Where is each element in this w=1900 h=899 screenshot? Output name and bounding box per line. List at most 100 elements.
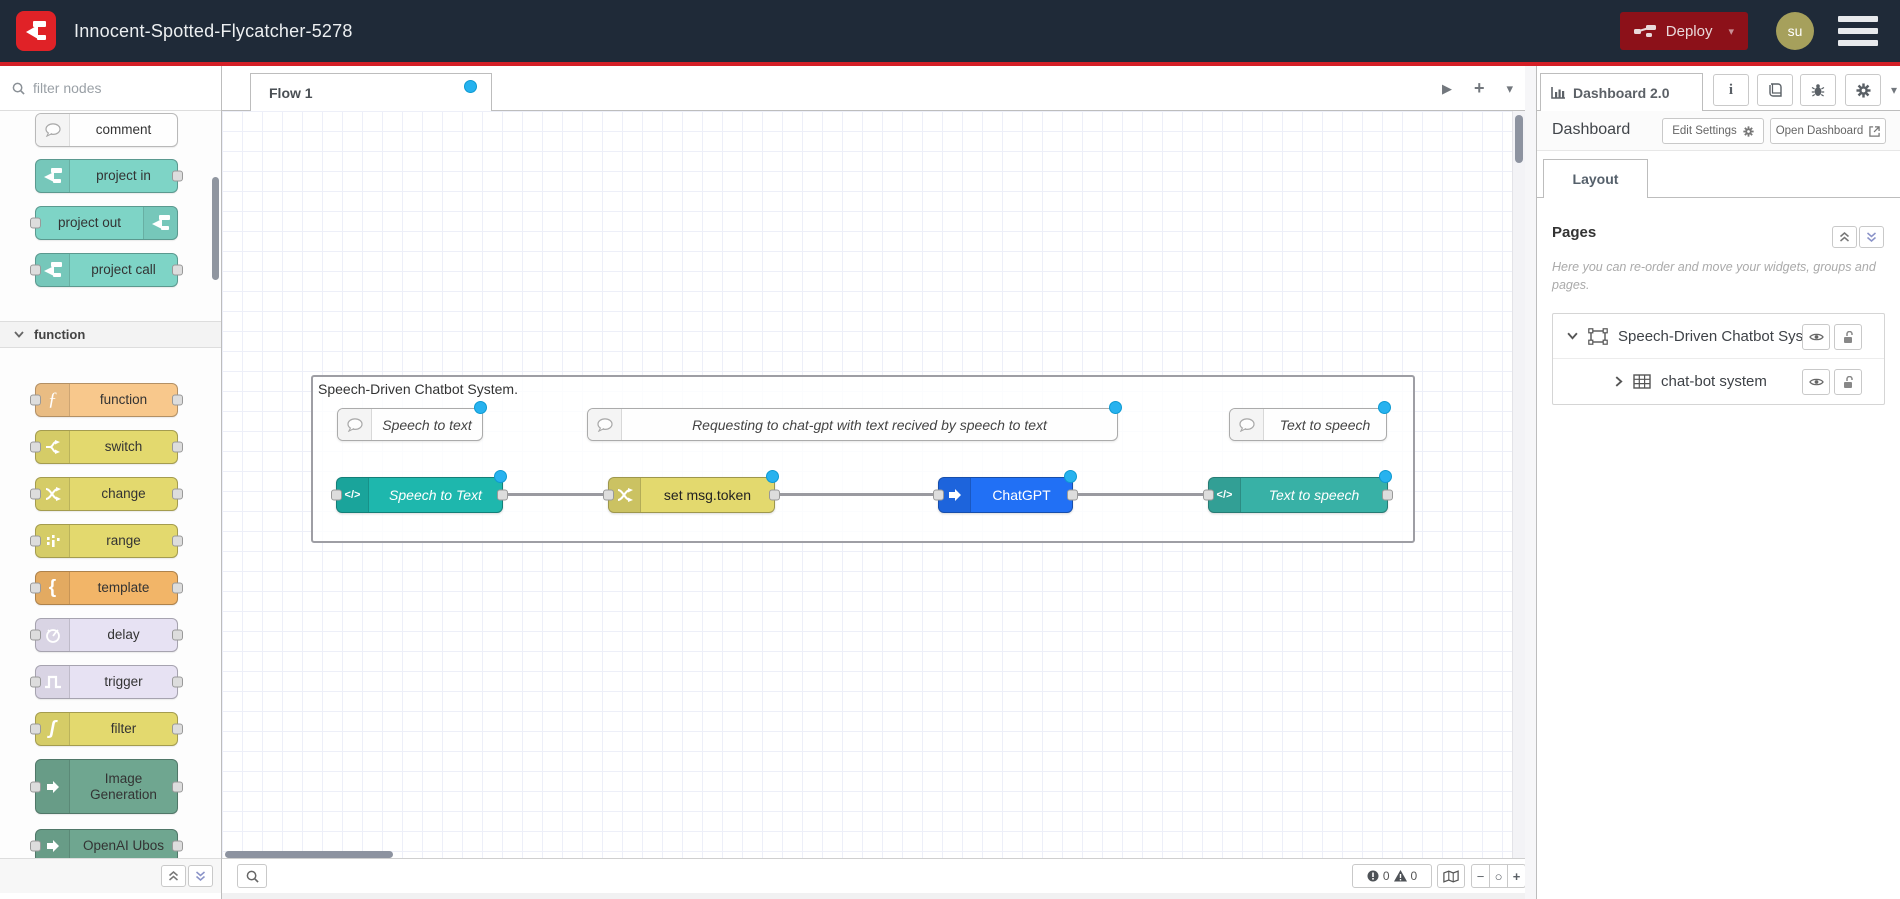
input-port[interactable] (331, 489, 342, 501)
output-port[interactable] (1382, 489, 1393, 501)
output-port[interactable] (172, 840, 183, 852)
palette-node-filter[interactable]: ʃ filter (30, 712, 183, 746)
output-port[interactable] (172, 394, 183, 406)
palette-scrollbar[interactable] (212, 177, 219, 280)
avatar[interactable]: su (1776, 12, 1814, 50)
canvas-horizontal-scrollbar[interactable] (225, 851, 393, 858)
main-menu-icon[interactable] (1838, 16, 1878, 46)
output-port[interactable] (172, 629, 183, 641)
tab-layout[interactable]: Layout (1543, 159, 1648, 198)
lock-toggle[interactable] (1834, 324, 1862, 350)
output-port[interactable] (1067, 489, 1078, 501)
input-port[interactable] (1203, 489, 1214, 501)
palette-node-project-out[interactable]: project out (30, 206, 178, 240)
palette-node-openai-ubos[interactable]: OpenAI Ubos (30, 829, 183, 858)
output-port[interactable] (172, 676, 183, 688)
input-port[interactable] (30, 723, 41, 735)
canvas-vertical-scrollbar[interactable] (1515, 115, 1523, 163)
deploy-caret-icon[interactable]: ▾ (1728, 25, 1734, 38)
deploy-button[interactable]: Deploy ▾ (1619, 12, 1748, 50)
comment-node-speech-to-text[interactable]: Speech to text (337, 408, 483, 441)
play-icon[interactable]: ▶ (1442, 81, 1452, 97)
canvas-search-button[interactable] (237, 864, 267, 888)
visibility-toggle[interactable] (1802, 324, 1830, 350)
input-port[interactable] (30, 840, 41, 852)
palette-search[interactable] (0, 66, 221, 111)
comment-node-text-to-speech[interactable]: Text to speech (1229, 408, 1387, 441)
sidebar-resize-handle[interactable] (1525, 66, 1537, 899)
zoom-out-button[interactable]: − (1471, 864, 1490, 888)
flow-canvas[interactable]: Speech-Driven Chatbot System. Speech to … (222, 111, 1525, 858)
wire[interactable] (1073, 493, 1208, 496)
palette-node-trigger[interactable]: trigger (30, 665, 183, 699)
status-badge[interactable]: 0 0 (1352, 864, 1432, 888)
zoom-reset-button[interactable]: ○ (1489, 864, 1508, 888)
edit-settings-button[interactable]: Edit Settings (1662, 118, 1764, 144)
comment-node-requesting-chatgpt[interactable]: Requesting to chat-gpt with text recived… (587, 408, 1118, 441)
output-port[interactable] (172, 723, 183, 735)
tab-dashboard-2[interactable]: Dashboard 2.0 (1540, 73, 1703, 111)
tree-row-page[interactable]: Speech-Driven Chatbot System (1553, 314, 1884, 359)
tree-row-group[interactable]: chat-bot system (1553, 359, 1884, 404)
collapse-all-button[interactable] (161, 865, 186, 887)
input-port[interactable] (603, 489, 614, 501)
flow-group[interactable] (311, 375, 1415, 543)
node-chatgpt[interactable]: ChatGPT (933, 477, 1078, 513)
zoom-in-button[interactable]: + (1507, 864, 1526, 888)
sidebar-caret-icon[interactable]: ▾ (1891, 83, 1897, 97)
open-dashboard-button[interactable]: Open Dashboard (1770, 118, 1886, 144)
input-port[interactable] (30, 582, 41, 594)
palette-node-project-call[interactable]: project call (30, 253, 183, 287)
help-tab-button[interactable] (1757, 74, 1793, 106)
search-input[interactable] (33, 80, 193, 96)
output-port[interactable] (172, 582, 183, 594)
collapse-all-button[interactable] (1832, 226, 1857, 248)
output-port[interactable] (497, 489, 508, 501)
palette-node-project-in[interactable]: project in (35, 159, 183, 193)
input-port[interactable] (30, 535, 41, 547)
config-tab-button[interactable] (1845, 74, 1881, 106)
palette-node-change[interactable]: change (30, 477, 183, 511)
input-port[interactable] (30, 629, 41, 641)
chevron-down-icon[interactable] (1567, 332, 1578, 340)
visibility-toggle[interactable] (1802, 369, 1830, 395)
input-port[interactable] (30, 781, 41, 792)
expand-all-button[interactable] (1859, 226, 1884, 248)
add-flow-button[interactable]: + (1474, 78, 1485, 99)
output-port[interactable] (172, 781, 183, 792)
input-port[interactable] (30, 676, 41, 688)
output-port[interactable] (172, 170, 183, 182)
input-port[interactable] (30, 264, 41, 276)
chevron-right-icon[interactable] (1615, 376, 1623, 387)
input-port[interactable] (30, 217, 41, 229)
node-text-to-speech[interactable]: </> Text to speech (1203, 477, 1393, 513)
input-port[interactable] (30, 488, 41, 500)
output-port[interactable] (172, 535, 183, 547)
node-set-msg-token[interactable]: set msg.token (603, 477, 780, 513)
wire[interactable] (503, 493, 608, 496)
input-port[interactable] (30, 441, 41, 453)
palette-category-function[interactable]: function (0, 321, 221, 348)
expand-all-button[interactable] (188, 865, 213, 887)
output-port[interactable] (172, 441, 183, 453)
palette-node-comment[interactable]: comment (35, 113, 178, 147)
palette-node-function[interactable]: ƒ function (30, 383, 183, 417)
minimap-button[interactable] (1437, 864, 1465, 888)
output-port[interactable] (172, 488, 183, 500)
palette-node-delay[interactable]: delay (30, 618, 183, 652)
flow-list-caret-icon[interactable]: ▾ (1506, 81, 1513, 97)
palette-node-switch[interactable]: switch (30, 430, 183, 464)
output-port[interactable] (172, 264, 183, 276)
palette-node-range[interactable]: range (30, 524, 183, 558)
tab-flow-1[interactable]: Flow 1 (250, 73, 492, 111)
input-port[interactable] (30, 394, 41, 406)
input-port[interactable] (933, 489, 944, 501)
node-speech-to-text[interactable]: </> Speech to Text (331, 477, 508, 513)
palette-node-template[interactable]: { template (30, 571, 183, 605)
canvas-vertical-scrollbar-track[interactable] (1512, 111, 1525, 858)
lock-toggle[interactable] (1834, 369, 1862, 395)
palette-node-image-generation[interactable]: Image Generation (30, 759, 183, 814)
info-tab-button[interactable]: i (1713, 74, 1749, 106)
wire[interactable] (775, 493, 938, 496)
debug-tab-button[interactable] (1800, 74, 1836, 106)
